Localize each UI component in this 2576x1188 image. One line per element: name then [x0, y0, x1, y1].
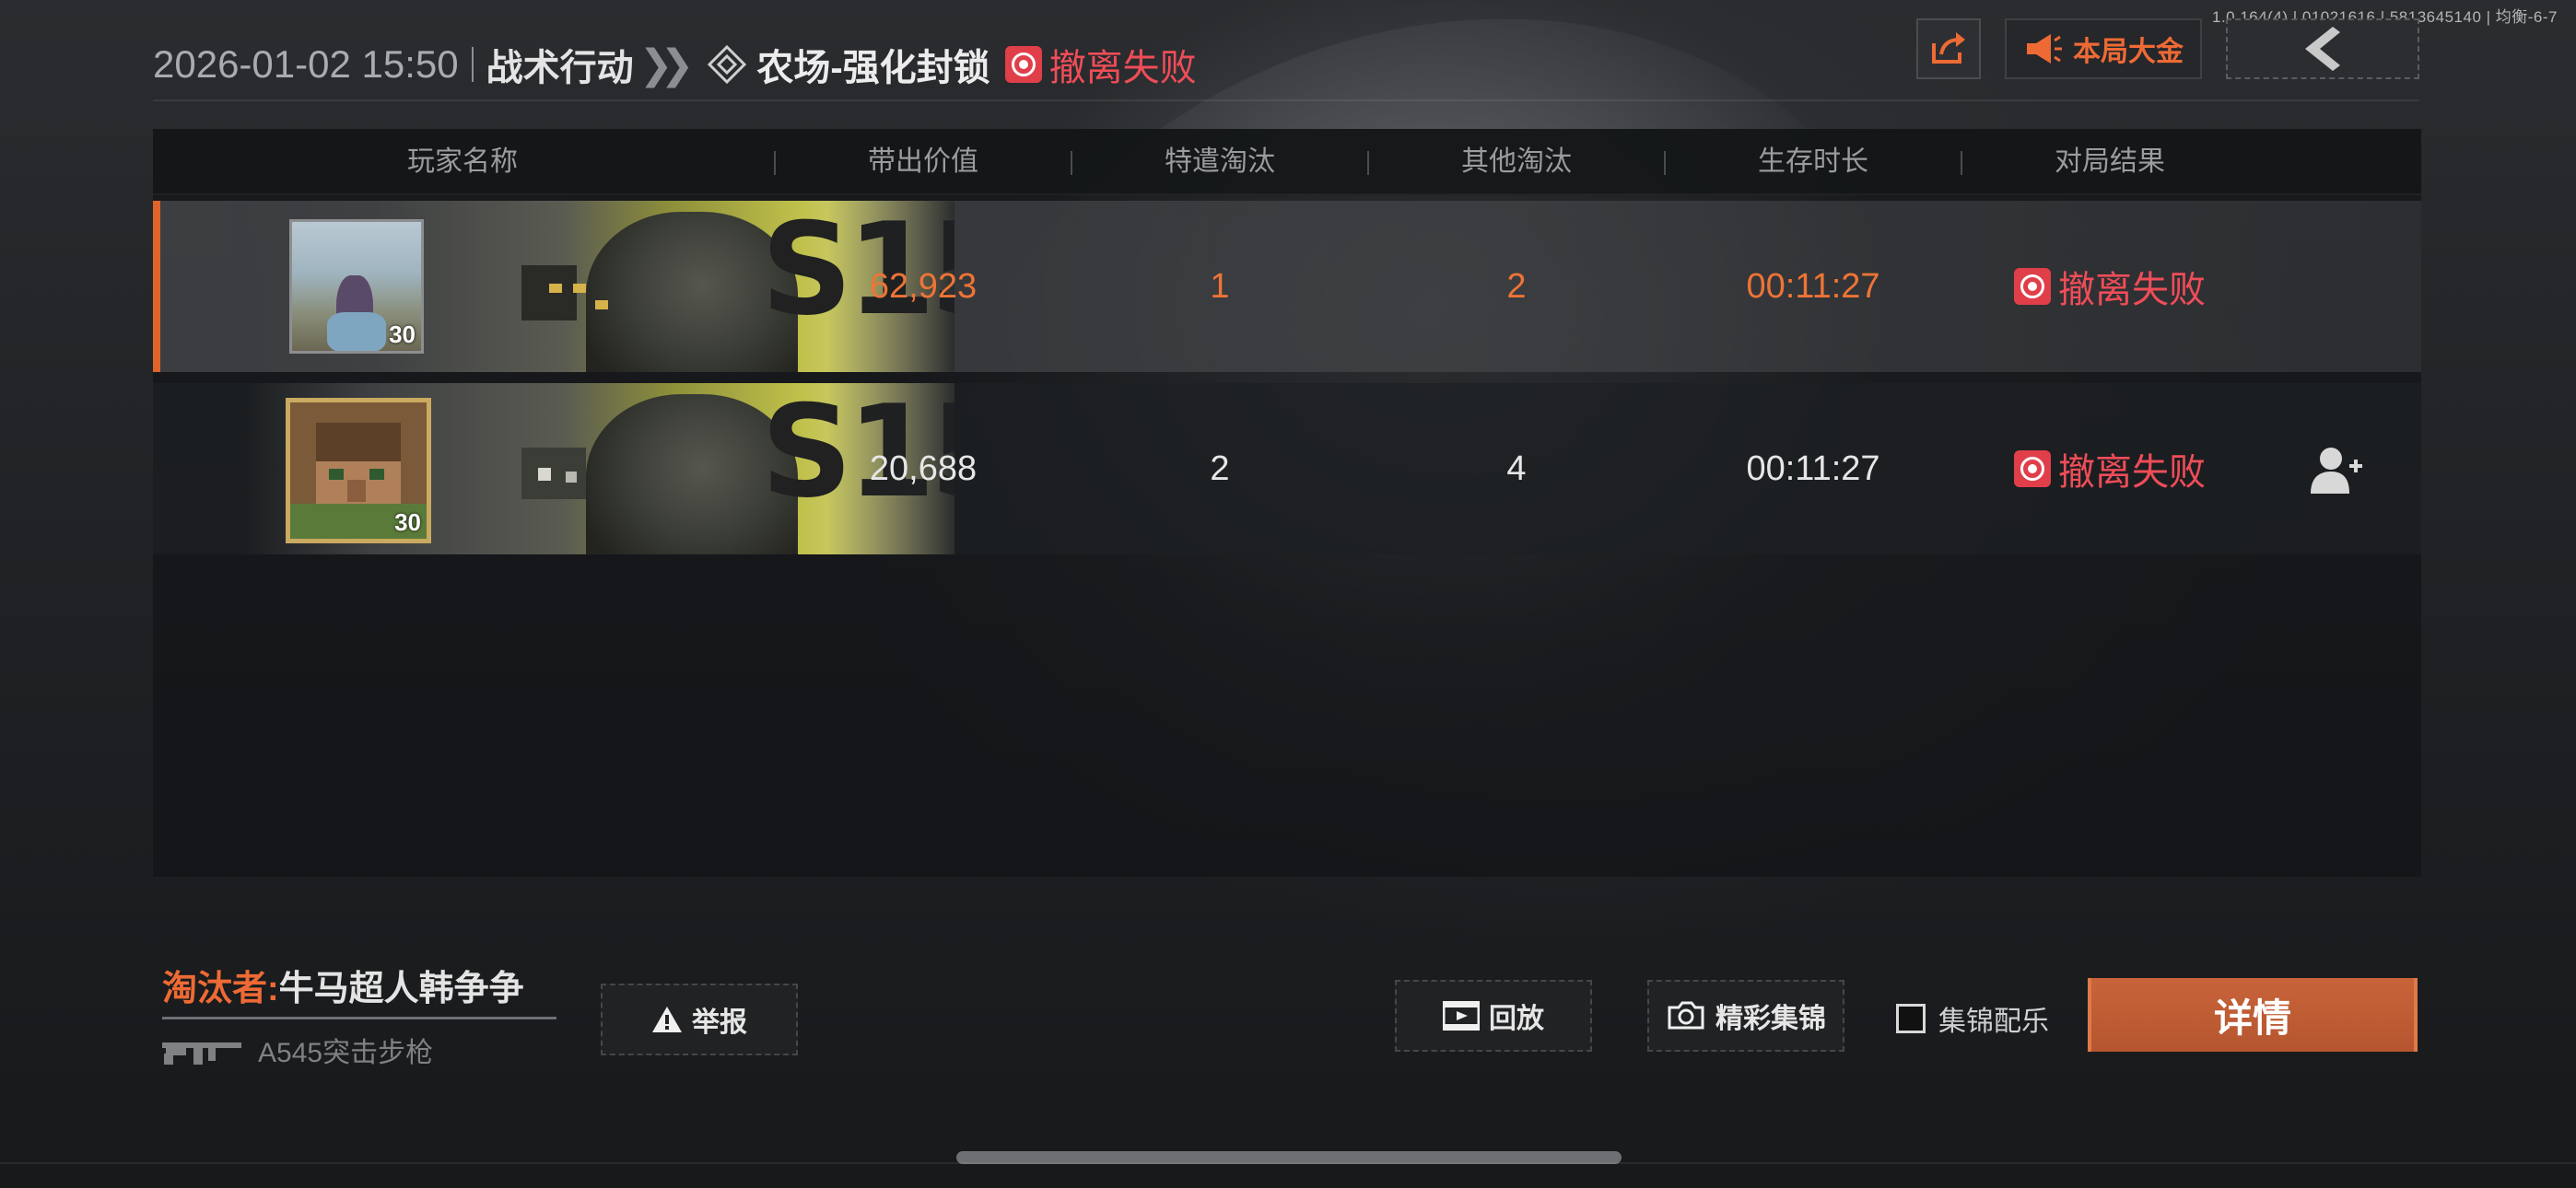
bottom-divider	[0, 1162, 2576, 1164]
killer-name[interactable]: 牛马超人韩争争	[279, 970, 524, 1008]
killer-underline	[162, 1017, 556, 1019]
camera-icon	[1668, 1001, 1704, 1030]
megaphone-icon	[2027, 34, 2062, 64]
bonus-label: 本局大金	[2073, 37, 2184, 67]
col-other-kills: 其他淘汰	[1461, 146, 1572, 177]
player-level: 30	[394, 508, 421, 536]
film-icon	[1443, 1001, 1480, 1031]
details-label: 详情	[2213, 996, 2291, 1040]
header-divider-line	[153, 99, 2419, 101]
fail-icon	[2014, 450, 2051, 487]
avatar[interactable]: 30	[289, 219, 424, 354]
match-header: 2026-01-02 15:50 战术行动 ❯❯ 农场-强化封锁 撤离失败	[153, 37, 1197, 92]
row-result-label: 撤离失败	[2058, 270, 2206, 310]
music-checkbox[interactable]	[1896, 1004, 1926, 1033]
other-kills: 2	[1506, 267, 1527, 306]
fail-icon	[2014, 268, 2051, 305]
avatar[interactable]: 30	[286, 398, 431, 543]
fail-icon	[1004, 46, 1042, 83]
col-special-kills: 特遣淘汰	[1165, 146, 1275, 177]
table-header: 玩家名称 带出价值 特遣淘汰 其他淘汰 生存时长 对局结果	[153, 129, 2421, 195]
extract-value: 20,688	[869, 449, 978, 488]
report-label: 举报	[692, 1007, 747, 1038]
killer-weapon: A545突击步枪	[162, 1030, 433, 1070]
col-extract-value: 带出价值	[868, 146, 978, 177]
map-diamond-icon	[708, 44, 747, 85]
highlights-button[interactable]: 精彩集锦	[1647, 980, 1844, 1052]
rifle-icon	[162, 1042, 241, 1065]
col-survival-time: 生存时长	[1758, 146, 1868, 177]
replay-label: 回放	[1489, 1004, 1544, 1034]
results-table: 玩家名称 带出价值 特遣淘汰 其他淘汰 生存时长 对局结果 S15 30 62,…	[153, 129, 2421, 877]
back-arrow-icon	[2305, 27, 2340, 71]
share-button[interactable]	[1916, 18, 1981, 79]
survival-time: 00:11:27	[1746, 449, 1880, 488]
highlights-label: 精彩集锦	[1715, 1004, 1826, 1034]
table-row[interactable]: S15 30 62,923 1 2 00:11:27 撤离失败	[153, 201, 2421, 372]
game-mode: 战术行动	[486, 48, 634, 88]
extract-value: 62,923	[869, 267, 978, 306]
table-row[interactable]: S15 30 20,688 2 4 00:11:27 撤离失败	[153, 383, 2421, 554]
other-kills: 4	[1506, 449, 1527, 488]
killer-label: 淘汰者:	[162, 970, 279, 1008]
col-player-name: 玩家名称	[407, 146, 518, 177]
killer-info: 淘汰者:牛马超人韩争争	[162, 960, 524, 1010]
header-divider	[471, 47, 474, 82]
survival-time: 00:11:27	[1746, 267, 1880, 306]
row-result: 撤离失败	[1962, 383, 2257, 554]
warning-icon	[652, 1007, 682, 1032]
row-result-label: 撤离失败	[2058, 452, 2206, 493]
col-match-result: 对局结果	[2055, 146, 2165, 177]
player-level: 30	[389, 320, 416, 348]
special-kills: 2	[1210, 449, 1230, 488]
chevron-right-icon: ❯❯	[638, 41, 695, 87]
weapon-name: A545突击步枪	[258, 1038, 434, 1068]
music-label: 集锦配乐	[1938, 1007, 2049, 1037]
replay-button[interactable]: 回放	[1395, 980, 1592, 1052]
add-friend-icon[interactable]	[2309, 444, 2364, 495]
special-kills: 1	[1210, 267, 1230, 306]
match-result: 撤离失败	[1048, 48, 1197, 88]
bonus-button[interactable]: 本局大金	[2005, 18, 2202, 79]
map-name: 农场-强化封锁	[756, 48, 990, 88]
row-result: 撤离失败	[1962, 201, 2257, 372]
report-button[interactable]: 举报	[601, 984, 798, 1055]
highlight-music-toggle[interactable]: 集锦配乐	[1896, 998, 2049, 1039]
match-datetime: 2026-01-02 15:50	[153, 42, 459, 86]
share-icon	[1932, 32, 1965, 64]
details-button[interactable]: 详情	[2088, 978, 2418, 1052]
back-button[interactable]	[2226, 18, 2419, 79]
